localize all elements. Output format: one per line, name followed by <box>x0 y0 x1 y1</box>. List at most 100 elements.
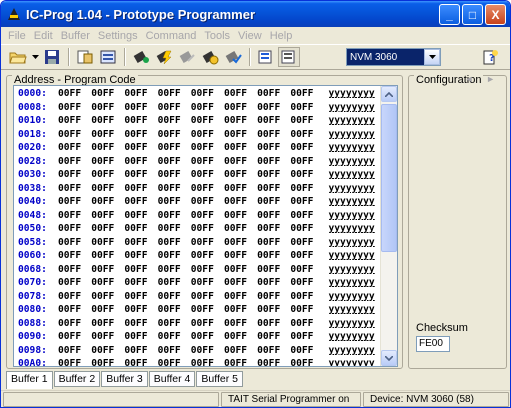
hex-word[interactable]: 00FF <box>224 250 257 261</box>
erase-chip-button[interactable] <box>176 47 198 67</box>
vertical-scrollbar[interactable] <box>380 86 397 366</box>
hex-word[interactable]: 00FF <box>91 88 124 99</box>
hex-word[interactable]: 00FF <box>124 304 157 315</box>
device-dropdown-button[interactable] <box>424 49 440 65</box>
hex-word[interactable]: 00FF <box>124 331 157 342</box>
hex-word[interactable]: 00FF <box>224 169 257 180</box>
menu-command[interactable]: Command <box>142 30 201 42</box>
hex-word[interactable]: 00FF <box>58 291 91 302</box>
hex-word[interactable]: 00FF <box>58 156 91 167</box>
hex-word[interactable]: 00FF <box>224 156 257 167</box>
hex-word[interactable]: 00FF <box>224 88 257 99</box>
buffer-view-button[interactable] <box>255 47 277 67</box>
hex-word[interactable]: 00FF <box>91 264 124 275</box>
hex-word[interactable]: 00FF <box>91 318 124 329</box>
hex-word[interactable]: 00FF <box>91 183 124 194</box>
hex-word[interactable]: 00FF <box>290 345 323 356</box>
hex-word[interactable]: 00FF <box>91 358 124 366</box>
hex-word[interactable]: 00FF <box>257 210 290 221</box>
hex-word[interactable]: 00FF <box>257 291 290 302</box>
hex-word[interactable]: 00FF <box>158 358 191 366</box>
minimize-button[interactable]: _ <box>439 4 460 25</box>
open-button[interactable] <box>7 47 29 67</box>
hex-word[interactable]: 00FF <box>58 102 91 113</box>
scroll-down-button[interactable] <box>381 350 397 366</box>
hex-word[interactable]: 00FF <box>58 223 91 234</box>
hex-word[interactable]: 00FF <box>91 102 124 113</box>
program-chip-button[interactable] <box>153 47 175 67</box>
hex-word[interactable]: 00FF <box>257 88 290 99</box>
hex-word[interactable]: 00FF <box>124 345 157 356</box>
hex-word[interactable]: 00FF <box>257 129 290 140</box>
hex-word[interactable]: 00FF <box>58 210 91 221</box>
tab-buffer-2[interactable]: Buffer 2 <box>53 371 101 387</box>
hex-word[interactable]: 00FF <box>191 304 224 315</box>
hex-word[interactable]: 00FF <box>191 237 224 248</box>
hex-word[interactable]: 00FF <box>290 210 323 221</box>
hex-word[interactable]: 00FF <box>224 345 257 356</box>
menu-view[interactable]: View <box>234 30 266 42</box>
hex-word[interactable]: 00FF <box>58 196 91 207</box>
hex-word[interactable]: 00FF <box>158 142 191 153</box>
verify-chip-button[interactable] <box>199 47 221 67</box>
hex-word[interactable]: 00FF <box>158 277 191 288</box>
hex-word[interactable]: 00FF <box>158 264 191 275</box>
hex-word[interactable]: 00FF <box>58 115 91 126</box>
hex-word[interactable]: 00FF <box>124 318 157 329</box>
hex-word[interactable]: 00FF <box>224 102 257 113</box>
menu-buffer[interactable]: Buffer <box>57 30 94 42</box>
hex-word[interactable]: 00FF <box>91 331 124 342</box>
hex-word[interactable]: 00FF <box>224 142 257 153</box>
hex-word[interactable]: 00FF <box>191 129 224 140</box>
open-dropdown[interactable] <box>30 47 40 67</box>
menu-file[interactable]: File <box>4 30 30 42</box>
hex-word[interactable]: 00FF <box>224 129 257 140</box>
hex-word[interactable]: 00FF <box>224 115 257 126</box>
hex-word[interactable]: 00FF <box>290 264 323 275</box>
hex-word[interactable]: 00FF <box>257 183 290 194</box>
hex-word[interactable]: 00FF <box>191 331 224 342</box>
hex-word[interactable]: 00FF <box>91 142 124 153</box>
hex-word[interactable]: 00FF <box>124 237 157 248</box>
hex-word[interactable]: 00FF <box>191 169 224 180</box>
hex-word[interactable]: 00FF <box>290 277 323 288</box>
hex-word[interactable]: 00FF <box>224 264 257 275</box>
hex-word[interactable]: 00FF <box>224 318 257 329</box>
config-scroll-arrows[interactable]: ◄ ► <box>465 74 500 84</box>
hex-word[interactable]: 00FF <box>191 183 224 194</box>
hex-word[interactable]: 00FF <box>257 156 290 167</box>
hex-word[interactable]: 00FF <box>191 210 224 221</box>
hex-word[interactable]: 00FF <box>124 250 157 261</box>
hex-word[interactable]: 00FF <box>58 237 91 248</box>
hex-word[interactable]: 00FF <box>191 196 224 207</box>
hex-word[interactable]: 00FF <box>290 291 323 302</box>
hex-word[interactable]: 00FF <box>158 291 191 302</box>
hex-word[interactable]: 00FF <box>191 88 224 99</box>
hex-word[interactable]: 00FF <box>124 169 157 180</box>
tab-buffer-5[interactable]: Buffer 5 <box>196 371 243 387</box>
tab-buffer-1[interactable]: Buffer 1 <box>6 371 53 389</box>
hex-word[interactable]: 00FF <box>290 304 323 315</box>
hex-word[interactable]: 00FF <box>191 250 224 261</box>
hex-word[interactable]: 00FF <box>158 304 191 315</box>
hex-word[interactable]: 00FF <box>290 156 323 167</box>
hex-word[interactable]: 00FF <box>124 129 157 140</box>
hex-word[interactable]: 00FF <box>224 183 257 194</box>
menu-help[interactable]: Help <box>266 30 297 42</box>
hex-word[interactable]: 00FF <box>290 88 323 99</box>
hex-word[interactable]: 00FF <box>91 304 124 315</box>
hex-word[interactable]: 00FF <box>224 210 257 221</box>
hex-word[interactable]: 00FF <box>158 223 191 234</box>
hex-word[interactable]: 00FF <box>158 250 191 261</box>
hex-word[interactable]: 00FF <box>257 277 290 288</box>
hex-word[interactable]: 00FF <box>191 156 224 167</box>
hex-word[interactable]: 00FF <box>290 237 323 248</box>
hex-word[interactable]: 00FF <box>257 250 290 261</box>
hex-word[interactable]: 00FF <box>158 169 191 180</box>
hex-word[interactable]: 00FF <box>158 210 191 221</box>
menu-settings[interactable]: Settings <box>94 30 142 42</box>
hex-word[interactable]: 00FF <box>91 196 124 207</box>
hex-word[interactable]: 00FF <box>58 318 91 329</box>
hex-word[interactable]: 00FF <box>158 331 191 342</box>
hex-word[interactable]: 00FF <box>158 129 191 140</box>
